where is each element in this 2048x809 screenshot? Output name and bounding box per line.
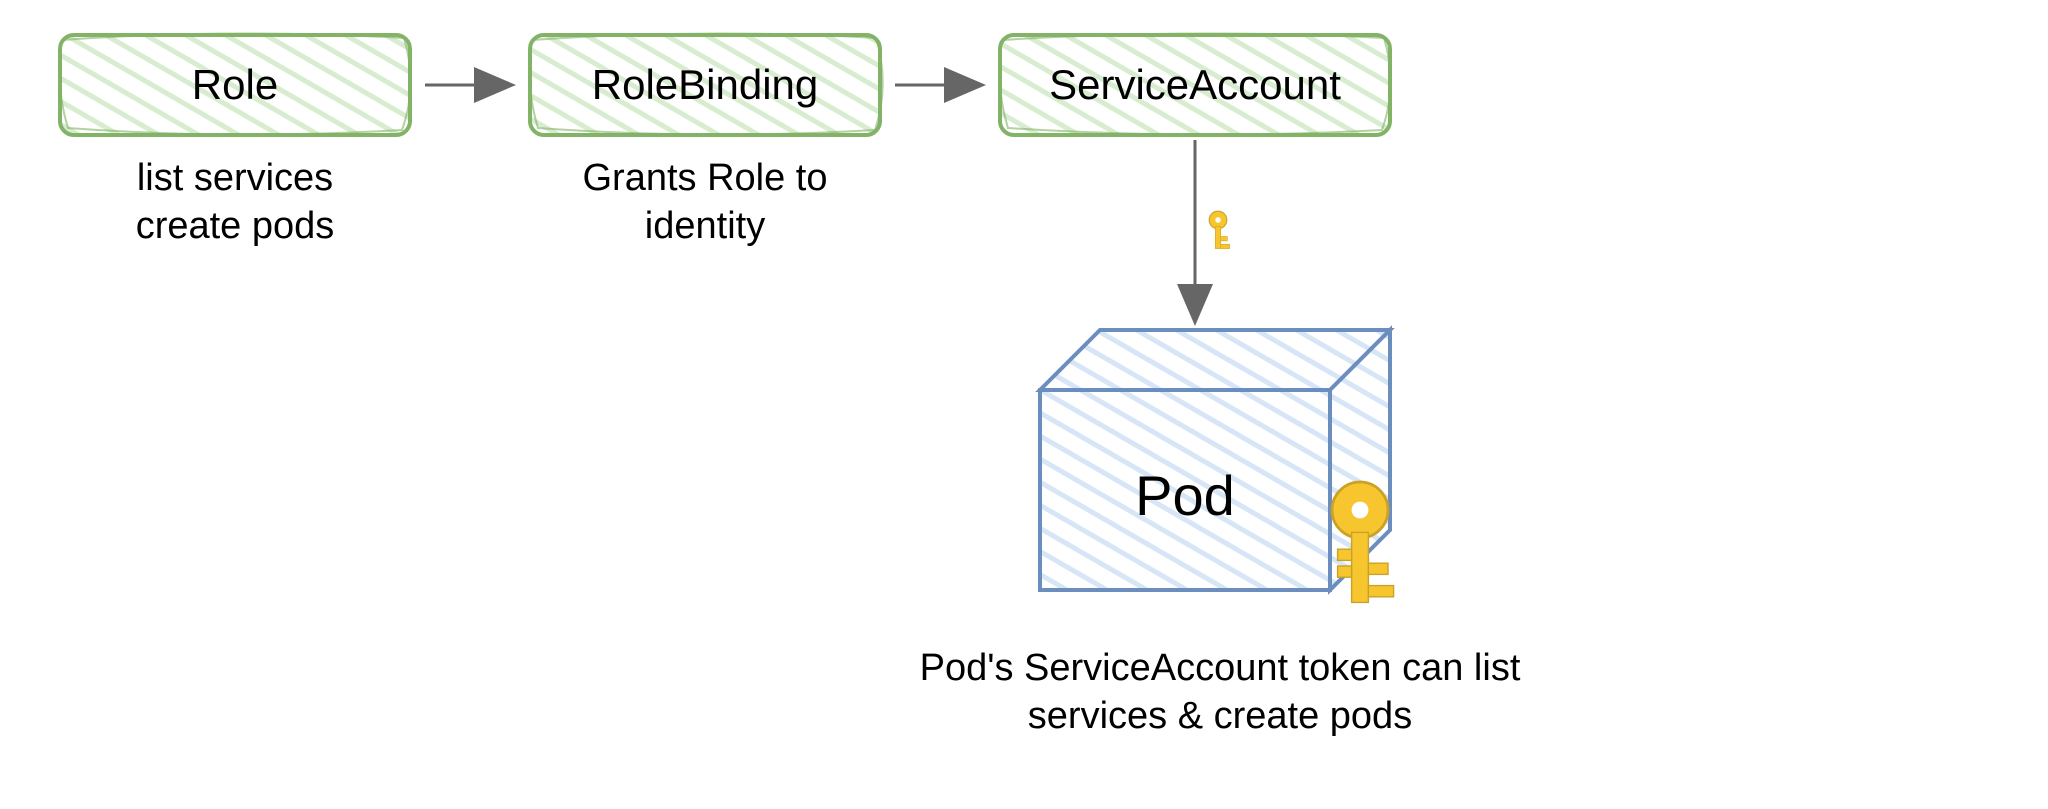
role-node: Role [60,33,411,135]
serviceaccount-node: ServiceAccount [1000,33,1391,135]
pod-caption-line2: services & create pods [1028,695,1412,737]
role-label: Role [192,61,278,108]
pod-caption-line1: Pod's ServiceAccount token can list [920,647,1521,689]
role-caption-line1: list services [137,157,333,199]
role-caption-line2: create pods [136,205,335,247]
serviceaccount-label: ServiceAccount [1049,61,1341,108]
key-icon-small [1209,211,1229,248]
rolebinding-label: RoleBinding [592,61,819,108]
rolebinding-caption-line2: identity [645,205,765,247]
pod-label: Pod [1135,464,1235,527]
rolebinding-caption-line1: Grants Role to [583,157,828,199]
rolebinding-node: RoleBinding [530,33,883,135]
